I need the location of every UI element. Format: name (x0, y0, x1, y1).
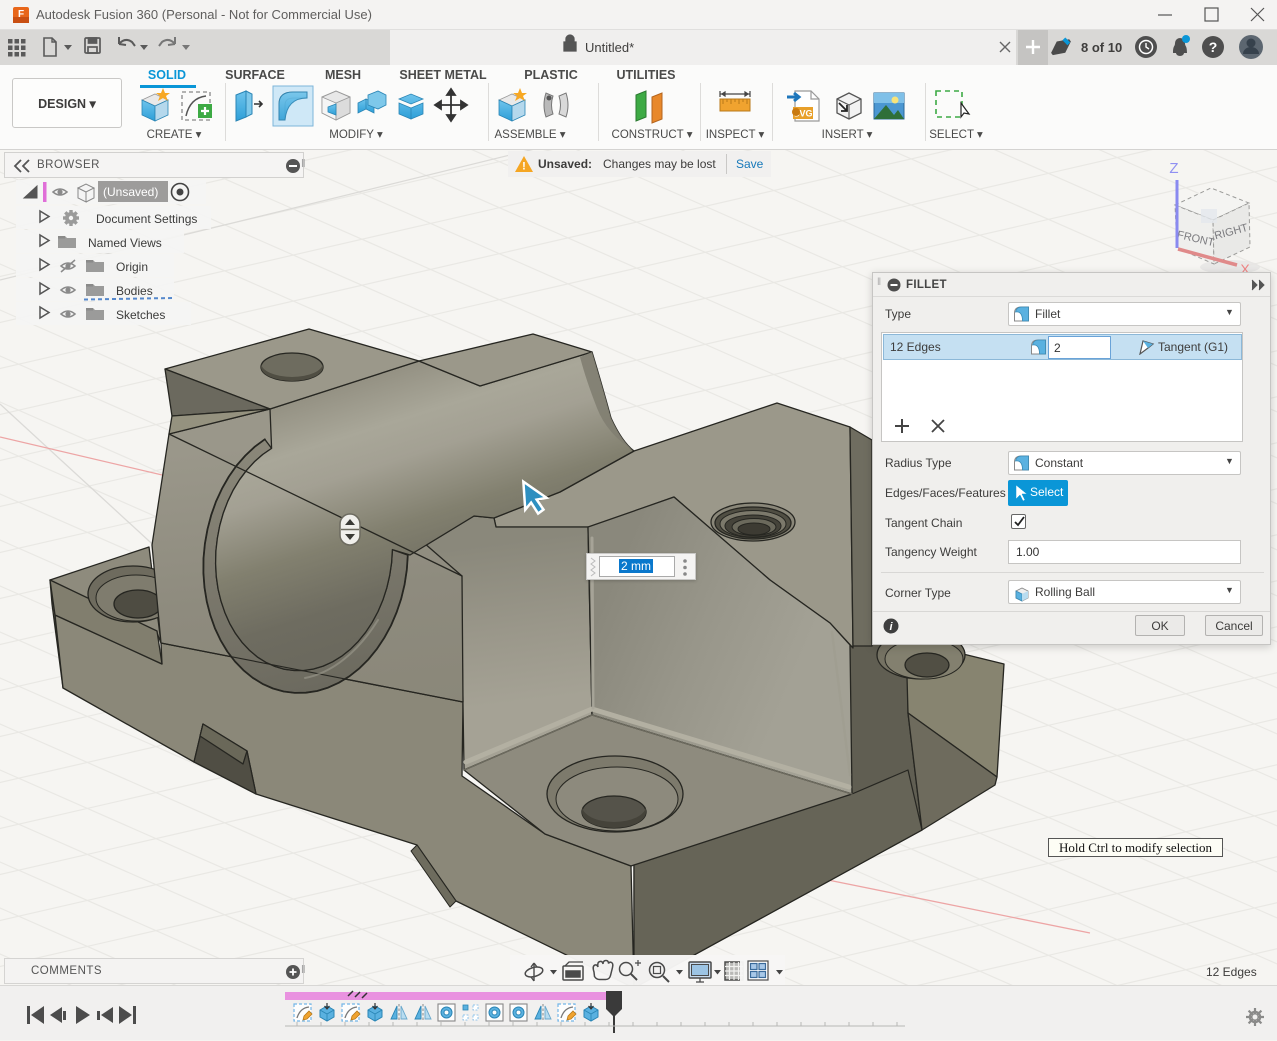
svg-text:Z: Z (1169, 160, 1178, 177)
svg-text:Origin: Origin (116, 260, 148, 274)
svg-text:!: ! (522, 161, 526, 173)
svg-text:Named Views: Named Views (88, 236, 162, 250)
svg-text:Bodies: Bodies (116, 284, 153, 298)
svg-text:Document Settings: Document Settings (96, 212, 197, 226)
svg-text:Sketches: Sketches (116, 308, 165, 322)
svg-text:8 of 10: 8 of 10 (1081, 40, 1122, 55)
svg-text:F: F (18, 9, 24, 20)
svg-text:Untitled*: Untitled* (585, 40, 634, 55)
svg-text:?: ? (1209, 39, 1218, 55)
svg-text:(Unsaved): (Unsaved) (103, 185, 158, 199)
